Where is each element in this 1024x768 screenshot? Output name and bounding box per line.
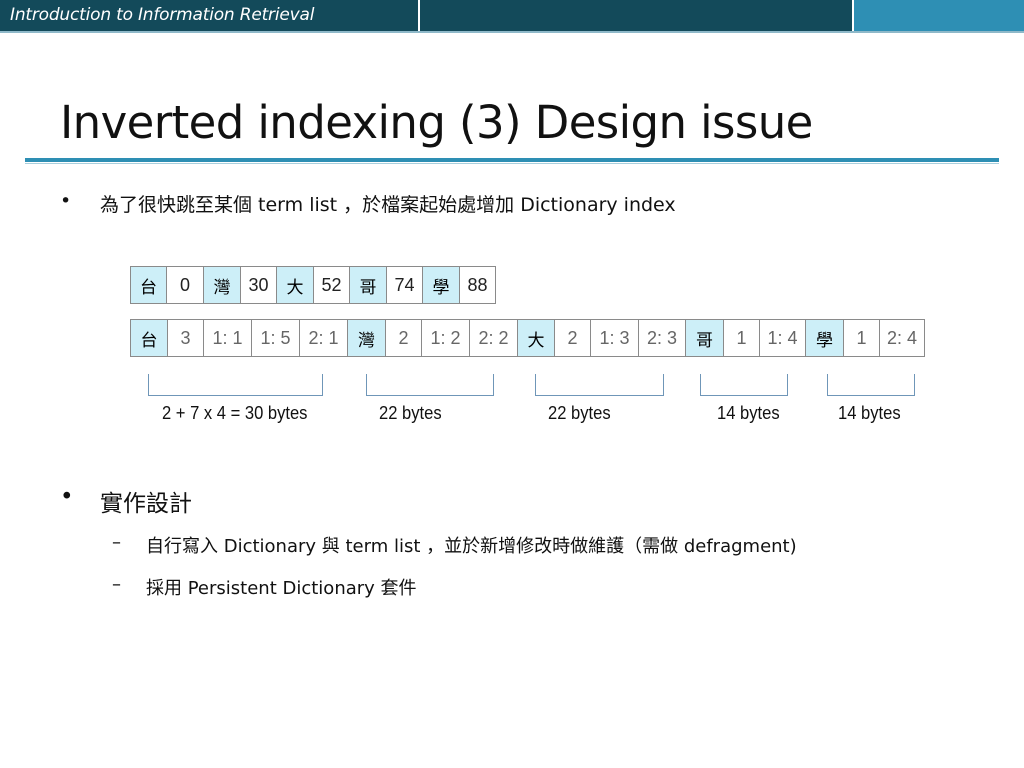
dict-term-cell: 學	[423, 267, 460, 303]
posting-cell: 2: 2	[470, 320, 518, 356]
span-bracket-3	[535, 374, 664, 396]
header-underline	[0, 31, 1024, 33]
dict-offset-cell: 0	[167, 267, 204, 303]
slide-title: Inverted indexing (3) Design issue	[60, 96, 813, 149]
dict-offset-cell: 30	[241, 267, 277, 303]
dictionary-index-table: 台 0 灣 30 大 52 哥 74 學 88	[130, 266, 496, 304]
posting-cell: 1: 2	[422, 320, 470, 356]
size-label: 22 bytes	[379, 403, 442, 423]
header-segment-right	[854, 0, 1024, 31]
size-label: 22 bytes	[548, 403, 611, 423]
dict-term-cell: 灣	[204, 267, 241, 303]
posting-cell: 1: 1	[204, 320, 252, 356]
term-cell: 大	[518, 320, 555, 356]
posting-cell: 2: 3	[639, 320, 686, 356]
course-title: Introduction to Information Retrieval	[10, 5, 315, 25]
term-cell: 灣	[348, 320, 386, 356]
posting-cell: 2	[386, 320, 422, 356]
header-bar: Introduction to Information Retrieval	[0, 0, 1024, 31]
sub-bullet-text: 自行寫入 Dictionary 與 term list ，並於新增修改時做維護（…	[146, 536, 797, 557]
posting-cell: 2	[555, 320, 591, 356]
header-segment-middle	[420, 0, 852, 31]
span-bracket-2	[366, 374, 494, 396]
dict-term-cell: 大	[277, 267, 314, 303]
dict-offset-cell: 88	[467, 274, 488, 295]
posting-cell: 1: 3	[591, 320, 639, 356]
posting-cell: 2: 4	[886, 327, 918, 348]
posting-cell: 3	[168, 320, 204, 356]
dict-term-cell: 哥	[350, 267, 387, 303]
size-label: 14 bytes	[717, 403, 780, 423]
dict-offset-cell: 74	[387, 267, 423, 303]
posting-cell: 1: 4	[760, 320, 806, 356]
span-bracket-4	[700, 374, 788, 396]
posting-cell: 2: 1	[300, 320, 348, 356]
posting-cell: 1	[724, 320, 760, 356]
bullet-text: 為了很快跳至某個 term list ，於檔案起始處增加 Dictionary …	[100, 194, 676, 216]
bullet-symbol: •	[60, 190, 72, 212]
title-rule	[25, 158, 999, 162]
term-cell: 哥	[686, 320, 724, 356]
term-list-table: 台 3 1: 1 1: 5 2: 1 灣 2 1: 2 2: 2 大 2 1: …	[130, 319, 925, 357]
span-bracket-5	[827, 374, 915, 396]
bullet-text: 實作設計	[100, 491, 192, 517]
sub-bullet-symbol: –	[112, 574, 121, 595]
title-rule-thin	[25, 163, 999, 164]
bullet-symbol: •	[60, 484, 74, 510]
sub-bullet-text: 採用 Persistent Dictionary 套件	[146, 578, 417, 599]
dict-term-cell: 台	[131, 267, 167, 303]
term-cell: 學	[806, 320, 844, 356]
size-label: 14 bytes	[838, 403, 901, 423]
size-label: 2 + 7 x 4 = 30 bytes	[162, 403, 308, 423]
sub-bullet-symbol: –	[112, 532, 121, 553]
dict-offset-cell: 52	[314, 267, 350, 303]
term-cell: 台	[131, 320, 168, 356]
posting-cell: 1: 5	[252, 320, 300, 356]
span-bracket-1	[148, 374, 323, 396]
posting-cell: 1	[844, 320, 880, 356]
